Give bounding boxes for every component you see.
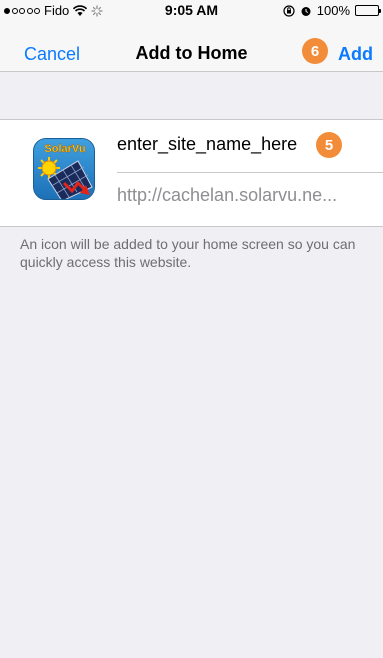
battery-percent: 100% <box>316 3 350 18</box>
site-url-field: http://cachelan.solarvu.ne... <box>117 185 338 205</box>
step-badge-5: 5 <box>316 132 342 158</box>
icon-brand-text: SolarVu <box>44 143 85 155</box>
solarvu-app-icon: SolarVu <box>33 138 95 200</box>
add-button[interactable]: Add <box>338 44 373 65</box>
info-description: An icon will be added to your home scree… <box>20 236 356 270</box>
field-divider <box>117 172 383 173</box>
orientation-lock-icon <box>283 4 295 17</box>
site-name-field[interactable]: enter_site_name_here <box>117 134 297 155</box>
step-badge-6: 6 <box>302 38 328 64</box>
alarm-icon <box>301 6 311 16</box>
bookmark-form: SolarVu enter_site_name_here 5 http://ca… <box>0 119 383 227</box>
status-bar-right: 100% <box>283 3 381 18</box>
navigation-bar: Cancel Add to Home 6 Add <box>0 20 383 72</box>
battery-icon <box>355 5 381 16</box>
status-bar: Fido 9:05 AM 100% <box>0 0 383 20</box>
